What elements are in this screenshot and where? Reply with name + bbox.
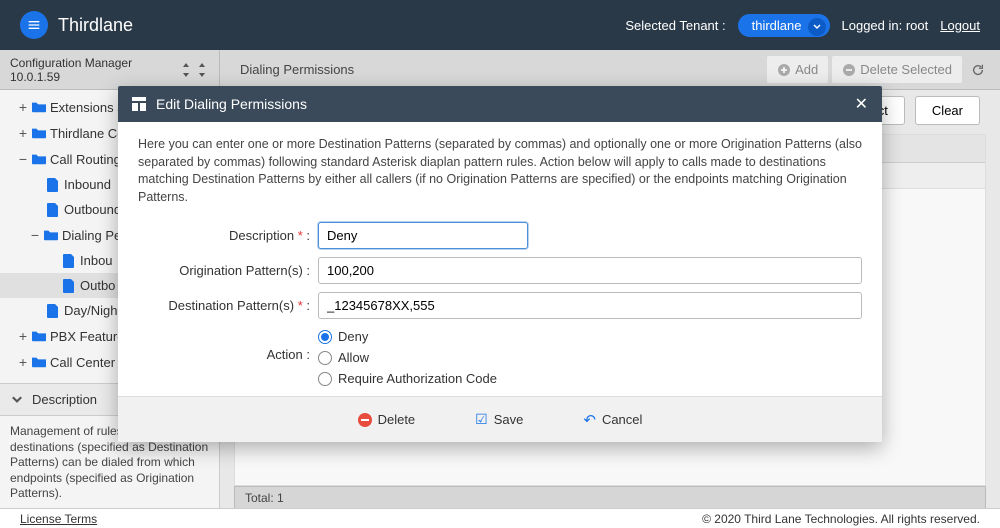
modal-footer: Delete ☑ Save ↶ Cancel	[118, 396, 882, 442]
description-label: Description * :	[138, 228, 318, 243]
radio-icon	[318, 351, 332, 365]
brand-name: Thirdlane	[58, 15, 133, 36]
folder-icon	[44, 228, 58, 242]
clear-button[interactable]: Clear	[915, 96, 980, 125]
destination-label: Destination Pattern(s) * :	[138, 298, 318, 313]
radio-icon	[318, 372, 332, 386]
modal-header: Edit Dialing Permissions ✕	[118, 86, 882, 122]
folder-icon	[32, 329, 46, 343]
minus-icon	[842, 63, 856, 77]
modal-delete-button[interactable]: Delete	[358, 412, 416, 427]
description-input[interactable]	[318, 222, 528, 249]
folder-icon	[32, 355, 46, 369]
origination-label: Origination Pattern(s) :	[138, 263, 318, 278]
action-radio-authcode[interactable]: Require Authorization Code	[318, 371, 497, 386]
brand-logo-icon	[20, 11, 48, 39]
folder-icon	[32, 152, 46, 166]
refresh-icon	[971, 63, 985, 77]
file-icon	[46, 178, 60, 192]
expand-icon[interactable]: +	[18, 99, 28, 115]
radio-icon	[318, 330, 332, 344]
add-button[interactable]: Add	[767, 56, 828, 83]
layout-icon	[132, 97, 146, 111]
logout-link[interactable]: Logout	[940, 18, 980, 33]
delete-selected-button[interactable]: Delete Selected	[832, 56, 962, 83]
save-icon: ☑	[475, 411, 488, 428]
plus-icon	[777, 63, 791, 77]
expand-icon[interactable]: +	[18, 125, 28, 141]
modal-description: Here you can enter one or more Destinati…	[138, 136, 862, 206]
footer: License Terms © 2020 Third Lane Technolo…	[0, 508, 1000, 528]
collapse-icon[interactable]: −	[18, 151, 28, 167]
secondary-bar: Configuration Manager 10.0.1.59 Dialing …	[0, 50, 1000, 90]
config-version[interactable]: Configuration Manager 10.0.1.59	[0, 50, 220, 89]
file-icon	[62, 279, 76, 293]
origination-input[interactable]	[318, 257, 862, 284]
modal-save-button[interactable]: ☑ Save	[475, 411, 523, 428]
close-button[interactable]: ✕	[855, 94, 868, 114]
copyright: © 2020 Third Lane Technologies. All righ…	[702, 512, 980, 526]
chevron-down-icon	[10, 393, 24, 407]
chevron-down-icon	[808, 18, 826, 36]
undo-icon: ↶	[583, 411, 596, 429]
tenant-name: thirdlane	[752, 18, 802, 33]
logged-in-label: Logged in: root	[842, 18, 929, 33]
refresh-button[interactable]	[966, 63, 990, 77]
destination-input[interactable]	[318, 292, 862, 319]
license-link[interactable]: License Terms	[20, 512, 97, 526]
sort-icon	[195, 63, 209, 77]
action-radio-deny[interactable]: Deny	[318, 329, 497, 344]
expand-icon[interactable]: +	[18, 328, 28, 344]
expand-icon[interactable]: +	[18, 354, 28, 370]
tenant-selector[interactable]: thirdlane	[738, 14, 830, 37]
selected-tenant-label: Selected Tenant :	[625, 18, 725, 33]
sort-icon	[179, 63, 193, 77]
folder-icon	[32, 126, 46, 140]
collapse-icon[interactable]: −	[30, 227, 40, 243]
breadcrumb: Dialing Permissions	[220, 62, 374, 77]
total-bar: Total: 1	[234, 486, 986, 510]
modal-cancel-button[interactable]: ↶ Cancel	[583, 411, 642, 429]
action-radio-allow[interactable]: Allow	[318, 350, 497, 365]
file-icon	[46, 304, 60, 318]
folder-icon	[32, 100, 46, 114]
modal-title: Edit Dialing Permissions	[156, 96, 307, 112]
top-header: Thirdlane Selected Tenant : thirdlane Lo…	[0, 0, 1000, 50]
delete-icon	[358, 413, 372, 427]
file-icon	[62, 254, 76, 268]
file-icon	[46, 203, 60, 217]
edit-dialing-permissions-modal: Edit Dialing Permissions ✕ Here you can …	[118, 86, 882, 442]
action-label: Action :	[138, 327, 318, 362]
